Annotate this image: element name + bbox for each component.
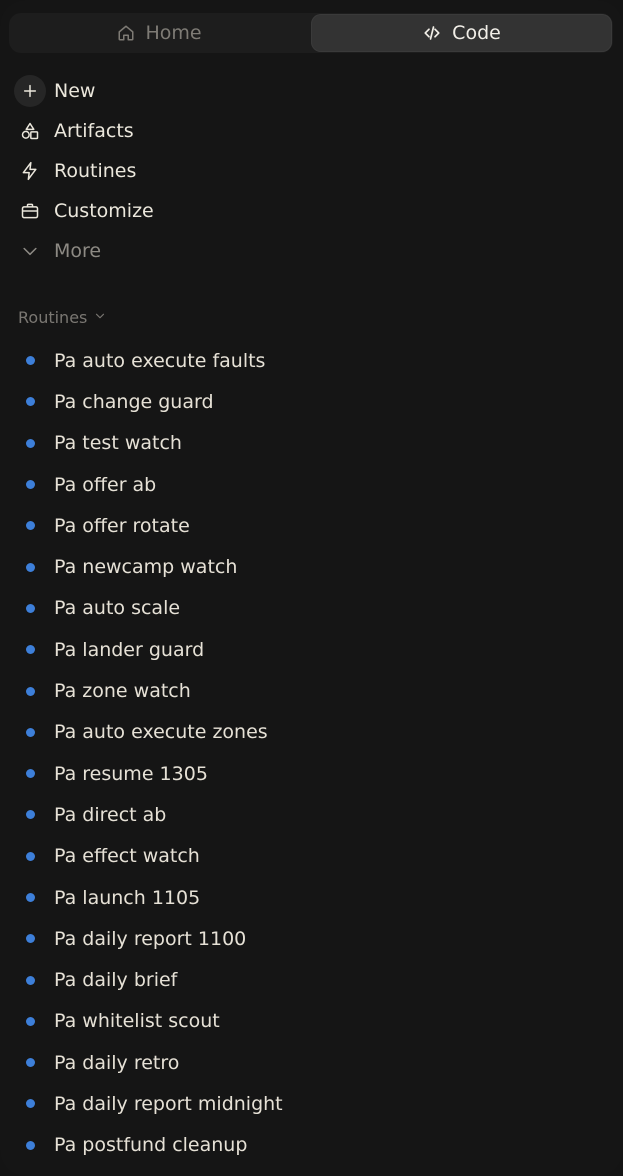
tab-code[interactable]: Code xyxy=(311,14,612,52)
briefcase-icon xyxy=(14,195,46,227)
routine-label: Pa resume 1305 xyxy=(54,762,208,785)
routine-item[interactable]: Pa auto scale xyxy=(0,588,623,629)
routine-item[interactable]: Pa resume 1305 xyxy=(0,753,623,794)
nav-item-label: Artifacts xyxy=(54,120,134,142)
nav-item-routines[interactable]: Routines xyxy=(14,151,314,191)
nav-item-more[interactable]: More xyxy=(14,231,314,271)
tab-code-label: Code xyxy=(452,22,501,44)
status-dot xyxy=(26,562,35,572)
routine-item[interactable]: Pa offer ab xyxy=(0,464,623,505)
routine-item[interactable]: Pa auto execute zones xyxy=(0,712,623,753)
status-dot xyxy=(26,975,35,985)
routine-item[interactable]: Pa newcamp watch xyxy=(0,546,623,587)
routine-item[interactable]: Pa whitelist scout xyxy=(0,1001,623,1042)
routine-item[interactable]: Pa daily report 1100 xyxy=(0,918,623,959)
routine-label: Pa effect watch xyxy=(54,845,200,868)
routine-item[interactable]: Pa auto execute faults xyxy=(0,340,623,381)
status-dot xyxy=(26,521,35,531)
lightning-icon xyxy=(14,155,46,187)
routines-section-header[interactable]: Routines xyxy=(18,308,107,327)
status-dot xyxy=(26,438,35,448)
routine-item[interactable]: Pa change guard xyxy=(0,381,623,422)
status-dot xyxy=(26,1099,35,1109)
routine-item[interactable]: Pa daily report midnight xyxy=(0,1083,623,1124)
tab-home-label: Home xyxy=(145,22,202,44)
routine-label: Pa newcamp watch xyxy=(54,556,238,579)
status-dot xyxy=(26,893,35,902)
nav-item-customize[interactable]: Customize xyxy=(14,191,314,231)
sidebar-panel: Home Code New Artifacts Routines Customi… xyxy=(0,0,623,1176)
plus-icon xyxy=(14,75,46,107)
code-icon xyxy=(422,24,442,42)
routine-label: Pa offer rotate xyxy=(54,514,190,537)
routine-label: Pa whitelist scout xyxy=(54,1010,220,1033)
routine-label: Pa daily retro xyxy=(54,1051,180,1074)
shapes-icon xyxy=(14,115,46,147)
status-dot xyxy=(26,769,35,779)
status-dot xyxy=(26,480,35,490)
routine-item[interactable]: Pa zone watch xyxy=(0,670,623,711)
routine-item[interactable]: Pa daily brief xyxy=(0,959,623,1000)
routine-item[interactable]: Pa postfund cleanup xyxy=(0,1125,623,1166)
routine-label: Pa launch 1105 xyxy=(54,886,201,909)
nav-item-label: Customize xyxy=(54,200,154,222)
routine-label: Pa offer ab xyxy=(54,473,157,496)
status-dot xyxy=(26,810,35,820)
routine-item[interactable]: Pa effect watch xyxy=(0,836,623,877)
routine-item[interactable]: Pa test watch xyxy=(0,423,623,464)
status-dot xyxy=(26,686,35,696)
routine-label: Pa zone watch xyxy=(54,680,191,703)
routine-label: Pa lander guard xyxy=(54,638,205,661)
routine-item[interactable]: Pa lander guard xyxy=(0,629,623,670)
routine-label: Pa daily report 1100 xyxy=(54,927,247,950)
status-dot xyxy=(26,397,35,407)
chevron-down-icon xyxy=(14,235,46,267)
routine-label: Pa auto execute faults xyxy=(54,349,266,372)
routine-item[interactable]: Pa offer rotate xyxy=(0,505,623,546)
status-dot xyxy=(26,645,35,655)
routine-label: Pa auto scale xyxy=(54,597,181,620)
status-dot xyxy=(26,603,35,613)
routine-item[interactable]: Pa launch 1105 xyxy=(0,877,623,918)
home-icon xyxy=(117,24,135,42)
status-dot xyxy=(26,851,35,861)
mode-tabs: Home Code xyxy=(9,13,613,53)
routine-label: Pa daily brief xyxy=(54,969,178,992)
main-nav: New Artifacts Routines Customize More xyxy=(14,71,314,271)
tab-home[interactable]: Home xyxy=(9,13,310,53)
nav-item-label: Routines xyxy=(54,160,137,182)
status-dot xyxy=(26,934,35,944)
routine-label: Pa direct ab xyxy=(54,803,167,826)
nav-item-label: More xyxy=(54,240,102,262)
routines-list: Pa auto execute faults Pa change guard P… xyxy=(0,340,623,1166)
status-dot xyxy=(26,1016,35,1026)
routine-label: Pa daily report midnight xyxy=(54,1092,283,1115)
routine-label: Pa test watch xyxy=(54,432,182,455)
status-dot xyxy=(26,1058,35,1068)
routine-item[interactable]: Pa daily retro xyxy=(0,1042,623,1083)
nav-item-label: New xyxy=(54,80,96,102)
routine-item[interactable]: Pa direct ab xyxy=(0,794,623,835)
routine-label: Pa auto execute zones xyxy=(54,721,268,744)
routine-label: Pa change guard xyxy=(54,390,214,413)
nav-item-new[interactable]: New xyxy=(14,71,314,111)
status-dot xyxy=(26,356,35,366)
status-dot xyxy=(26,727,35,737)
routines-section-title: Routines xyxy=(18,308,88,327)
nav-item-artifacts[interactable]: Artifacts xyxy=(14,111,314,151)
chevron-down-icon xyxy=(93,308,107,327)
routine-label: Pa postfund cleanup xyxy=(54,1134,248,1157)
status-dot xyxy=(26,1140,35,1150)
